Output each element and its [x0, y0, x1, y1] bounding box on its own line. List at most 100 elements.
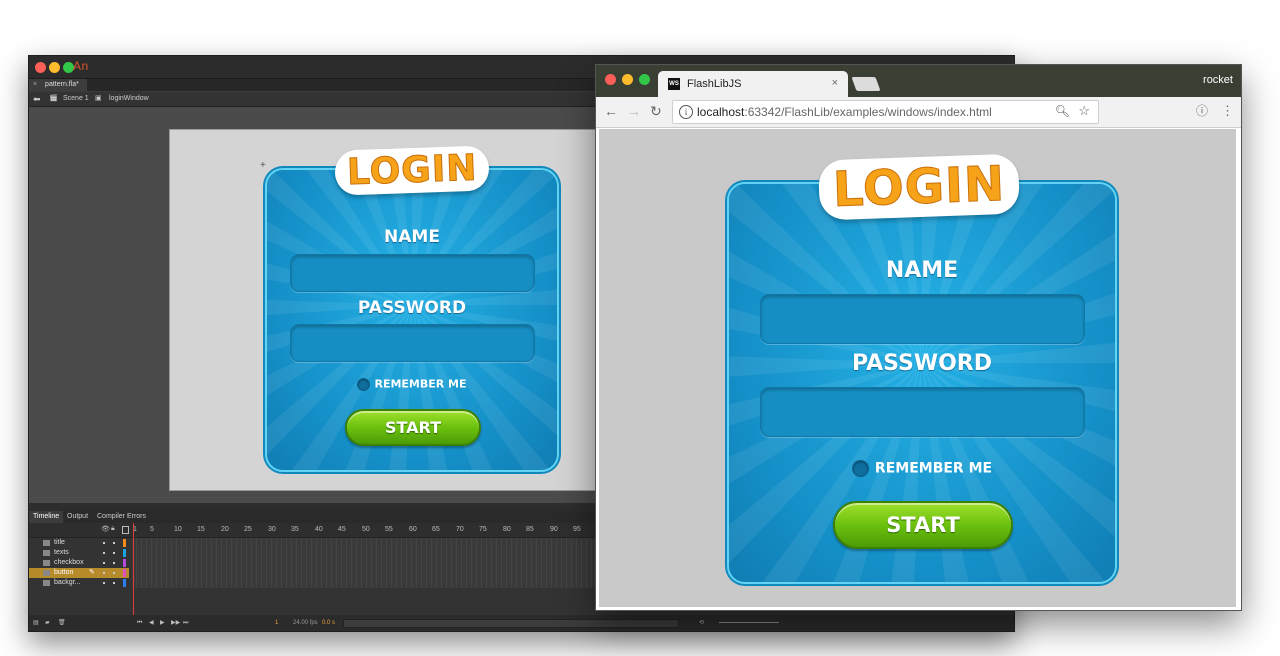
step-forward-icon[interactable]: ▶▶ [171, 615, 180, 631]
frame-number: 65 [432, 526, 440, 533]
stage-remember-checkbox[interactable] [357, 377, 371, 391]
close-tab-icon[interactable]: × [832, 77, 838, 89]
breadcrumb-scene[interactable]: Scene 1 [63, 92, 89, 106]
password-label: PASSWORD [851, 351, 992, 376]
close-tab-icon[interactable]: × [33, 81, 37, 88]
layer-row-title[interactable]: title [29, 538, 129, 548]
login-title-wrap: LOGIN [809, 153, 1029, 221]
info-icon[interactable]: i [679, 105, 693, 119]
lock-icon[interactable]: 🔒︎ [111, 525, 115, 533]
forward-arrow-icon[interactable]: → [627, 104, 641, 118]
extension-info-icon[interactable]: ⓘ [1196, 104, 1208, 118]
registration-point-icon: + [260, 160, 266, 171]
zoom-window-button[interactable] [639, 74, 650, 85]
url-host: localhost [697, 105, 745, 119]
layer-row-checkbox[interactable]: checkbox [29, 558, 129, 568]
playhead[interactable] [133, 523, 134, 615]
login-title: LOGIN [817, 153, 1021, 221]
layer-icon [43, 580, 50, 586]
lock-dot [113, 572, 115, 574]
lock-dot [113, 552, 115, 554]
stage-password-input[interactable] [290, 324, 535, 362]
timeline-scrollbar[interactable] [343, 619, 679, 628]
eye-icon[interactable]: 👁︎ [101, 525, 110, 533]
close-window-button[interactable] [605, 74, 616, 85]
layer-row-button[interactable]: button ✎ [29, 568, 129, 578]
layer-color-swatch[interactable] [123, 569, 126, 577]
minimize-window-button[interactable] [49, 62, 60, 73]
outline-icon[interactable] [122, 526, 129, 534]
browser-tab[interactable]: WS FlashLibJS × [658, 71, 848, 97]
back-arrow-icon[interactable]: ← [604, 104, 618, 118]
step-back-icon[interactable]: ◀ [149, 615, 154, 631]
start-button[interactable]: START [833, 501, 1013, 549]
layer-name: title [54, 539, 65, 546]
minimize-window-button[interactable] [622, 74, 633, 85]
layer-color-swatch[interactable] [123, 559, 126, 567]
stage-login-panel[interactable]: NAME PASSWORD REMEMBER ME START [265, 168, 559, 472]
first-frame-icon[interactable]: ⏮ [137, 615, 142, 631]
new-folder-icon[interactable]: ▰ [45, 615, 50, 631]
tab-output[interactable]: Output [63, 511, 92, 523]
current-frame[interactable]: 1 [275, 615, 278, 631]
search-icon[interactable]: 🔍︎ [1055, 104, 1070, 118]
browser-toolbar: ← → ↻ i localhost:63342/FlashLib/example… [596, 97, 1241, 149]
remember-me[interactable]: REMEMBER ME [729, 460, 1115, 477]
password-input[interactable] [760, 387, 1085, 437]
frame-number: 20 [221, 526, 229, 533]
layer-color-swatch[interactable] [123, 539, 126, 547]
visibility-dot [103, 552, 105, 554]
scene-icon: 🎬︎ [49, 95, 58, 102]
stage-start-button[interactable]: START [345, 409, 481, 446]
layer-color-swatch[interactable] [123, 579, 126, 587]
breadcrumb-symbol[interactable]: loginWindow [109, 92, 149, 106]
layer-icon [43, 570, 50, 576]
stage-remember-label: REMEMBER ME [374, 377, 467, 391]
url-text[interactable]: localhost:63342/FlashLib/examples/window… [697, 105, 992, 119]
name-input[interactable] [760, 294, 1085, 344]
lock-dot [113, 582, 115, 584]
delete-layer-icon[interactable]: 🗑︎ [58, 615, 66, 631]
time-readout: 0.0 s [322, 620, 336, 626]
login-panel[interactable]: NAME PASSWORD REMEMBER ME START [727, 182, 1117, 584]
layer-row-background[interactable]: backgr... [29, 578, 129, 588]
frame-number: 25 [244, 526, 252, 533]
visibility-dot [103, 542, 105, 544]
fps-readout[interactable]: 24.00 fps [293, 615, 318, 631]
remember-checkbox[interactable] [851, 460, 869, 477]
tab-timeline[interactable]: Timeline [29, 511, 64, 523]
new-layer-icon[interactable]: ▤ [33, 615, 39, 631]
stage-remember-me[interactable]: REMEMBER ME [267, 377, 557, 391]
tab-title: FlashLibJS [687, 78, 742, 90]
profile-name[interactable]: rocket [1203, 74, 1233, 86]
reload-icon[interactable]: ↻ [650, 104, 662, 118]
zoom-slider[interactable] [719, 622, 779, 623]
menu-dots-icon[interactable]: ⋮ [1221, 104, 1234, 118]
frame-number: 70 [456, 526, 464, 533]
back-arrow-icon[interactable]: ⬅ [33, 92, 41, 106]
layer-row-texts[interactable]: texts [29, 548, 129, 558]
new-tab-button[interactable] [851, 77, 881, 91]
close-window-button[interactable] [35, 62, 46, 73]
frame-number: 60 [409, 526, 417, 533]
frame-number: 75 [479, 526, 487, 533]
stage-name-input[interactable] [290, 254, 535, 292]
document-tab[interactable]: × pattern.fla* [29, 79, 87, 91]
reset-icon[interactable]: ⟲ [699, 615, 704, 631]
lock-dot [113, 562, 115, 564]
star-icon[interactable]: ☆ [1078, 103, 1090, 119]
stage-login-title: LOGIN [334, 145, 491, 196]
stage[interactable]: + NAME PASSWORD REMEMBER ME START LOGIN [169, 129, 601, 491]
layer-color-swatch[interactable] [123, 549, 126, 557]
timeline-frames[interactable] [132, 538, 602, 588]
address-bar[interactable]: i localhost:63342/FlashLib/examples/wind… [672, 100, 1099, 124]
play-icon[interactable]: ▶ [160, 615, 165, 631]
frame-number: 5 [150, 526, 154, 533]
stage-password-label: PASSWORD [357, 298, 467, 318]
tab-compiler-errors[interactable]: Compiler Errors [93, 511, 150, 523]
layer-icon [43, 550, 50, 556]
stage-login-title-wrap: LOGIN [330, 145, 495, 196]
frame-number: 55 [385, 526, 393, 533]
frame-number: 40 [315, 526, 323, 533]
last-frame-icon[interactable]: ⏭ [183, 615, 188, 631]
